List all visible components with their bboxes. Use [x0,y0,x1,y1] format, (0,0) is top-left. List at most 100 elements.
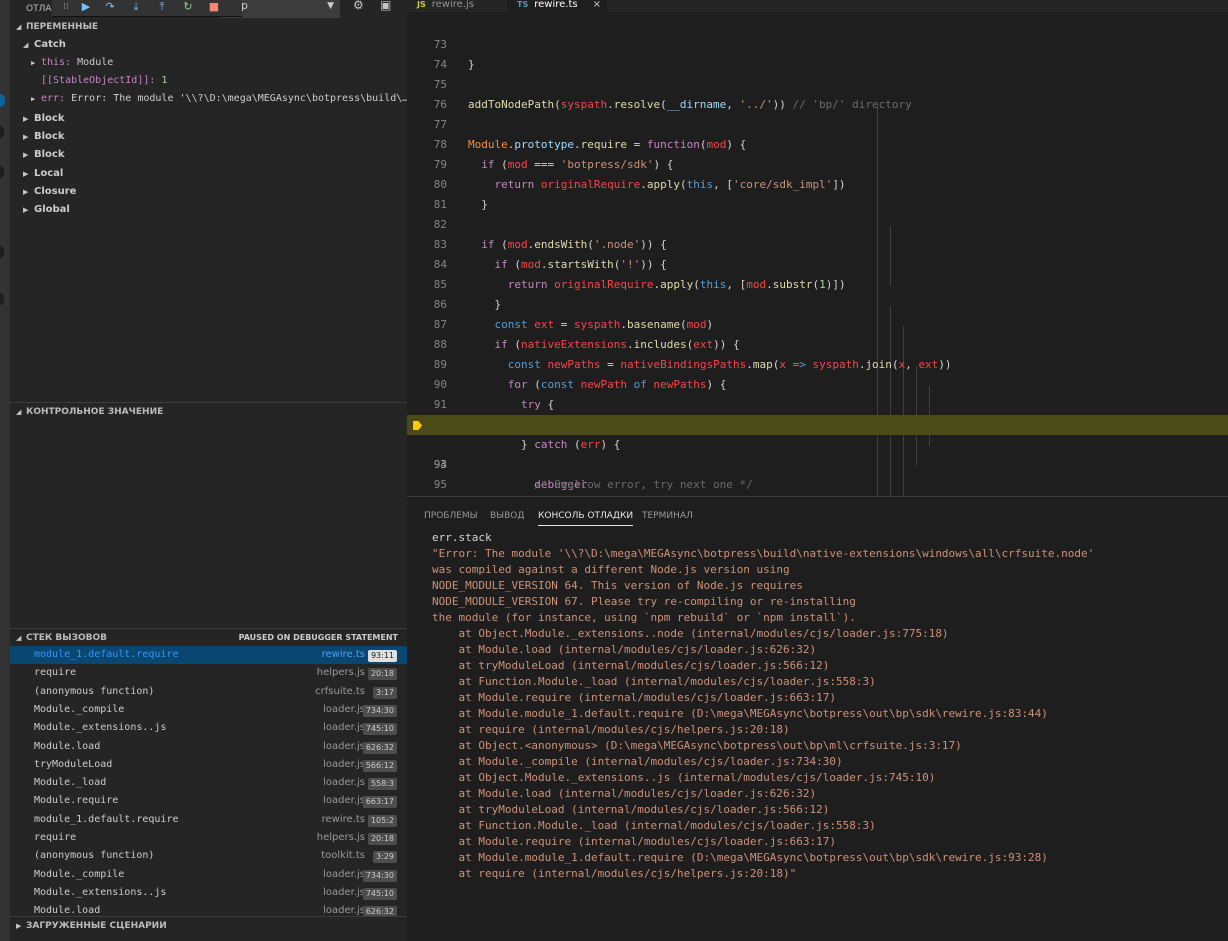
code-line: 74 [407,35,1228,71]
tab-problems[interactable]: ПРОБЛЕМЫ [424,507,478,525]
frame-function: Module.require [34,795,119,807]
gear-icon[interactable]: ⚙ [353,0,364,11]
variable-value: 1 [161,75,168,86]
code-line: 95 } [407,455,1228,491]
code-line: 91 return originalRequire.apply(this, [n… [407,375,1228,431]
scope-block[interactable]: ▶ Block [10,110,407,128]
code-line: 87 if (nativeExtensions.includes(ext)) { [407,295,1228,351]
frame-position: 3:29 [373,851,397,864]
console-output-line: "Error: The module '\\?\D:\mega\MEGAsync… [432,547,1095,560]
code-line: 84 return originalRequire.apply(this, [m… [407,235,1228,291]
frame-function: require [34,667,77,679]
frame-position: 558:3 [367,778,397,791]
frame-file: loader.js [323,795,365,807]
frame-file: loader.js [323,758,365,770]
call-stack-frame[interactable]: require helpers.js 20:18 [10,664,407,682]
variable-this[interactable]: ▶ this: Module [10,54,407,72]
variable-stable-object-id[interactable]: [[StableObjectId]]: 1 [10,72,407,90]
code-line: 78 if (mod === 'botpress/sdk') { [407,115,1228,171]
scope-block[interactable]: ▶ Block [10,146,407,164]
frame-function: require [34,832,77,843]
activity-item-icon[interactable] [0,293,4,305]
frame-function: (anonymous function) [34,850,155,862]
chevron-down-icon: ◢ [16,23,22,31]
chevron-right-icon: ▶ [23,206,29,214]
code-line: 82 if (mod.endsWith('.node')) { [407,195,1228,251]
scope-block[interactable]: ▶ Block [10,128,407,146]
frame-function: Module._extensions..js [34,722,167,734]
call-stack-frame[interactable]: module_1.default.require rewire.ts 93:11 [10,646,407,664]
tab-debug-console[interactable]: КОНСОЛЬ ОТЛАДКИ [538,507,634,526]
frame-file: loader.js [323,886,365,898]
variables-section-title: ПЕРЕМЕННЫЕ [26,22,99,32]
console-output-line: at Function.Module._load (internal/modul… [432,819,876,832]
activity-item-icon[interactable] [0,126,4,138]
call-stack-frame[interactable]: (anonymous function) crfsuite.ts 3:17 [10,683,407,701]
code-line: 92 } catch (err) { [407,395,1228,451]
ts-file-icon: TS [517,0,529,9]
js-file-icon: JS [417,0,426,9]
code-editor[interactable]: 73 } 74 75 addToNodePath(syspath.resolve… [407,12,1228,496]
continue-icon[interactable]: ▶ [78,1,94,13]
frame-function: Module.load [34,740,101,752]
scope-closure[interactable]: ▶ Closure [10,183,407,201]
step-over-icon[interactable]: ↷ [102,1,118,13]
loaded-scripts-section-header[interactable]: ▶ ЗАГРУЖЕННЫЕ СЦЕНАРИИ [10,916,407,934]
call-stack-frame[interactable]: Module.require loader.js 663:17 [10,792,407,810]
call-stack-section-header[interactable]: ◢ СТЕК ВЫЗОВОВ PAUSED ON DEBUGGER STATEM… [10,628,407,646]
step-out-icon[interactable]: ⤒ [154,1,170,13]
watch-section-header[interactable]: ◢ КОНТРОЛЬНОЕ ЗНАЧЕНИЕ [10,402,407,420]
code-line: 85 } [407,255,1228,311]
console-output-line: NODE_MODULE_VERSION 64. This version of … [432,579,803,592]
scope-local[interactable]: ▶ Local [10,165,407,183]
tab-label: rewire.js [431,0,474,10]
code-line: 83 if (mod.startsWith('!')) { [407,215,1228,271]
console-output-line: at Object.Module._extensions..js (intern… [432,771,936,784]
call-stack-frame[interactable]: module_1.default.require rewire.ts 105:2 [10,811,407,829]
code-line: 73 } [407,15,1228,71]
tab-terminal[interactable]: ТЕРМИНАЛ [642,507,693,525]
code-line: 79 return originalRequire.apply(this, ['… [407,135,1228,191]
call-stack-frame[interactable]: Module._compile loader.js 734:30 [10,701,407,719]
loaded-scripts-section-title: ЗАГРУЖЕННЫЕ СЦЕНАРИИ [26,921,167,931]
variables-section-header[interactable]: ◢ ПЕРЕМЕННЫЕ [10,18,407,36]
scope-catch[interactable]: ◢ Catch [10,36,407,54]
debug-toolbar: ⁞⁞ ▶ ↷ ⤓ ⤒ ↻ ■ [52,0,242,17]
scope-label: Local [34,168,64,179]
variable-value: Module [77,57,114,68]
debug-console-icon[interactable]: ▣ [380,0,391,11]
drag-handle-icon[interactable]: ⁞⁞ [58,1,74,13]
restart-icon[interactable]: ↻ [180,1,196,13]
call-stack-frame[interactable]: Module._compile loader.js 734:30 [10,866,407,884]
frame-position: 566:12 [362,759,397,772]
tab-rewire-ts[interactable]: TS rewire.ts × [507,0,607,12]
call-stack-frame[interactable]: Module._extensions..js loader.js 745:10 [10,719,407,737]
call-stack-frame[interactable]: require helpers.js 20:18 [10,829,407,847]
frame-function: module_1.default.require [34,813,179,825]
call-stack-frame[interactable]: Module._extensions..js loader.js 745:10 [10,884,407,902]
scope-global[interactable]: ▶ Global [10,201,407,219]
call-stack-frame[interactable]: (anonymous function) toolkit.ts 3:29 [10,847,407,865]
call-stack-frame[interactable]: Module._load loader.js 558:3 [10,774,407,792]
frame-file: loader.js [323,740,365,752]
close-icon[interactable]: × [593,0,601,10]
call-stack-frame[interactable]: Module.load loader.js 626:32 [10,738,407,756]
activity-item-icon[interactable] [0,166,4,178]
frame-function: tryModuleLoad [34,758,113,770]
frame-function: Module._compile [34,703,125,715]
stop-icon[interactable]: ■ [206,1,222,13]
variable-err[interactable]: ▶ err: Error: The module '\\?\D:\mega\ME… [10,90,407,108]
frame-position: 734:30 [362,869,397,882]
tab-output[interactable]: ВЫВОД [490,507,524,525]
frame-position: 20:18 [367,833,397,845]
scope-label: Block [34,149,65,160]
frame-position: 663:17 [362,796,397,809]
call-stack-frame[interactable]: tryModuleLoad loader.js 566:12 [10,756,407,774]
activity-item-icon[interactable] [0,246,4,258]
step-into-icon[interactable]: ⤓ [128,1,144,13]
console-output-line: at require (internal/modules/cjs/helpers… [432,867,797,880]
variable-name: this: [41,57,72,68]
console-output-line: at Module.load (internal/modules/cjs/loa… [432,643,817,656]
chevron-right-icon: ▶ [23,188,29,196]
tab-rewire-js[interactable]: JS rewire.js [407,0,503,12]
